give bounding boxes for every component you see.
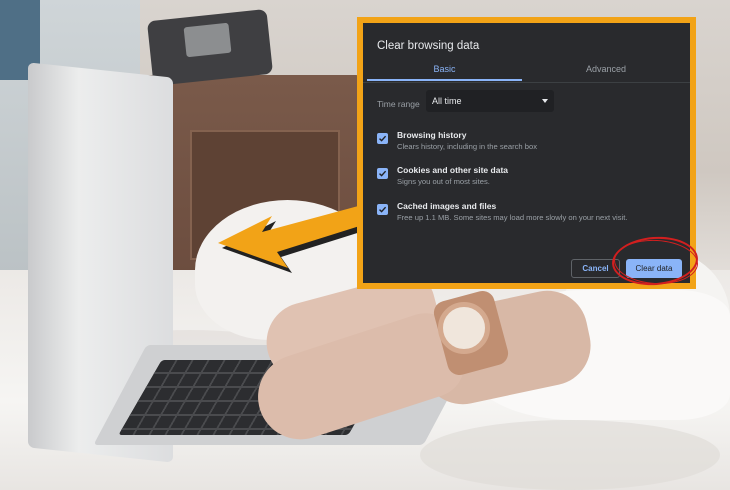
checkbox-checked-icon[interactable] <box>377 168 388 179</box>
time-range-select[interactable]: All time <box>426 90 554 112</box>
dropdown-caret-icon <box>542 99 548 103</box>
option-description: Free up 1.1 MB. Some sites may load more… <box>397 213 628 222</box>
cancel-button[interactable]: Cancel <box>571 259 620 278</box>
clear-data-button[interactable]: Clear data <box>626 259 682 278</box>
time-range-label: Time range <box>377 99 420 109</box>
watch-icon <box>438 302 490 354</box>
tab-basic[interactable]: Basic <box>367 63 522 81</box>
bedding-fold <box>420 420 720 490</box>
dialog-title: Clear browsing data <box>377 40 480 52</box>
desk-phone-screen <box>183 22 232 58</box>
dialog-frame: Clear browsing data Basic Advanced Time … <box>357 17 696 289</box>
checkbox-checked-icon[interactable] <box>377 204 388 215</box>
tab-advanced[interactable]: Advanced <box>527 63 685 81</box>
option-description: Clears history, including in the search … <box>397 142 537 151</box>
time-range-value: All time <box>432 96 462 106</box>
tab-divider <box>363 82 690 83</box>
checkbox-checked-icon[interactable] <box>377 133 388 144</box>
dialog-tabs: Basic Advanced <box>367 63 685 81</box>
option-title: Browsing history <box>397 130 467 140</box>
option-description: Signs you out of most sites. <box>397 177 490 186</box>
option-title: Cached images and files <box>397 201 497 211</box>
option-title: Cookies and other site data <box>397 165 508 175</box>
clear-browsing-data-dialog: Clear browsing data Basic Advanced Time … <box>363 23 690 283</box>
